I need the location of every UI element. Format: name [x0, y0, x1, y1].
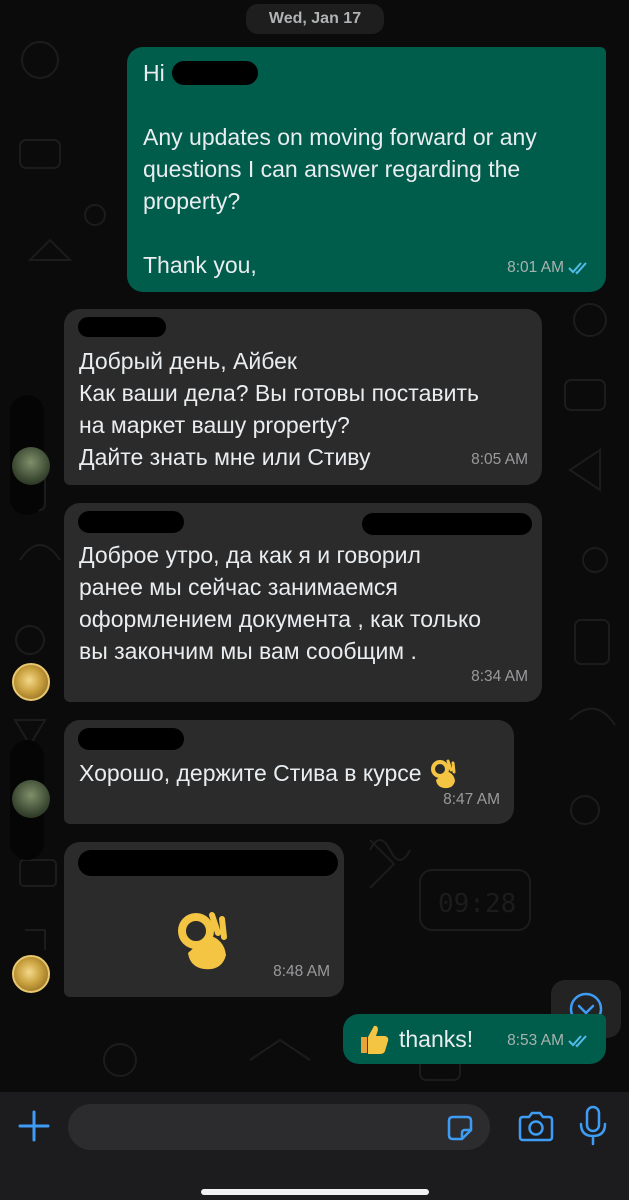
message-text: Hi Any updates on moving forward or any …	[143, 60, 537, 278]
redaction	[172, 61, 258, 85]
sender-name-redacted	[78, 850, 338, 876]
avatar[interactable]	[12, 955, 50, 993]
avatar[interactable]	[12, 447, 50, 485]
read-ticks-icon	[568, 1035, 587, 1048]
message-time: 8:53 AM	[507, 1032, 564, 1049]
message-meta: 8:53 AM	[507, 1025, 592, 1057]
message-bubble-incoming[interactable]: 8:48 AM	[64, 842, 344, 997]
sender-phone-redacted	[362, 513, 532, 535]
message-meta: 8:48 AM	[273, 956, 330, 988]
message-meta: 8:34 AM	[471, 661, 528, 693]
read-ticks-icon	[568, 262, 587, 275]
sender-name-redacted	[78, 317, 166, 337]
message-meta: 8:01 AM	[507, 252, 592, 284]
thumbs-up-icon	[361, 1025, 389, 1054]
svg-text:09:28: 09:28	[438, 889, 516, 919]
message-text: Хорошо, держите Стива в курсе	[79, 760, 422, 786]
message-text: Доброе утро, да как я и говорил ранее мы…	[79, 542, 482, 664]
message-text: thanks!	[399, 1026, 474, 1052]
message-meta: 8:05 AM	[471, 444, 528, 476]
date-separator: Wed, Jan 17	[246, 4, 384, 34]
message-composer	[0, 1092, 629, 1200]
sender-name-redacted	[78, 511, 184, 533]
message-input[interactable]	[68, 1104, 490, 1150]
message-meta: 8:47 AM	[443, 784, 500, 816]
message-bubble-incoming[interactable]: Доброе утро, да как я и говорил ранее мы…	[64, 503, 542, 702]
sticker-icon[interactable]	[444, 1112, 476, 1144]
message-text: Добрый день, Айбек Как ваши дела? Вы гот…	[79, 348, 479, 470]
message-time: 8:01 AM	[507, 259, 564, 276]
message-bubble-outgoing[interactable]: Hi Any updates on moving forward or any …	[127, 47, 606, 292]
message-bubble-incoming[interactable]: Хорошо, держите Стива в курсе 8:47 AM	[64, 720, 514, 824]
plus-icon[interactable]	[14, 1106, 54, 1146]
message-time: 8:34 AM	[471, 668, 528, 685]
home-indicator	[201, 1189, 429, 1195]
sender-name-redacted	[78, 728, 184, 750]
ok-hand-icon	[178, 912, 227, 970]
microphone-icon[interactable]	[578, 1104, 608, 1148]
message-time: 8:47 AM	[443, 791, 500, 808]
message-time: 8:05 AM	[471, 451, 528, 468]
message-bubble-outgoing[interactable]: thanks! 8:53 AM	[343, 1014, 606, 1064]
avatar[interactable]	[12, 780, 50, 818]
message-time: 8:48 AM	[273, 963, 330, 980]
avatar[interactable]	[12, 663, 50, 701]
camera-icon[interactable]	[517, 1109, 555, 1145]
message-bubble-incoming[interactable]: Добрый день, Айбек Как ваши дела? Вы гот…	[64, 309, 542, 485]
